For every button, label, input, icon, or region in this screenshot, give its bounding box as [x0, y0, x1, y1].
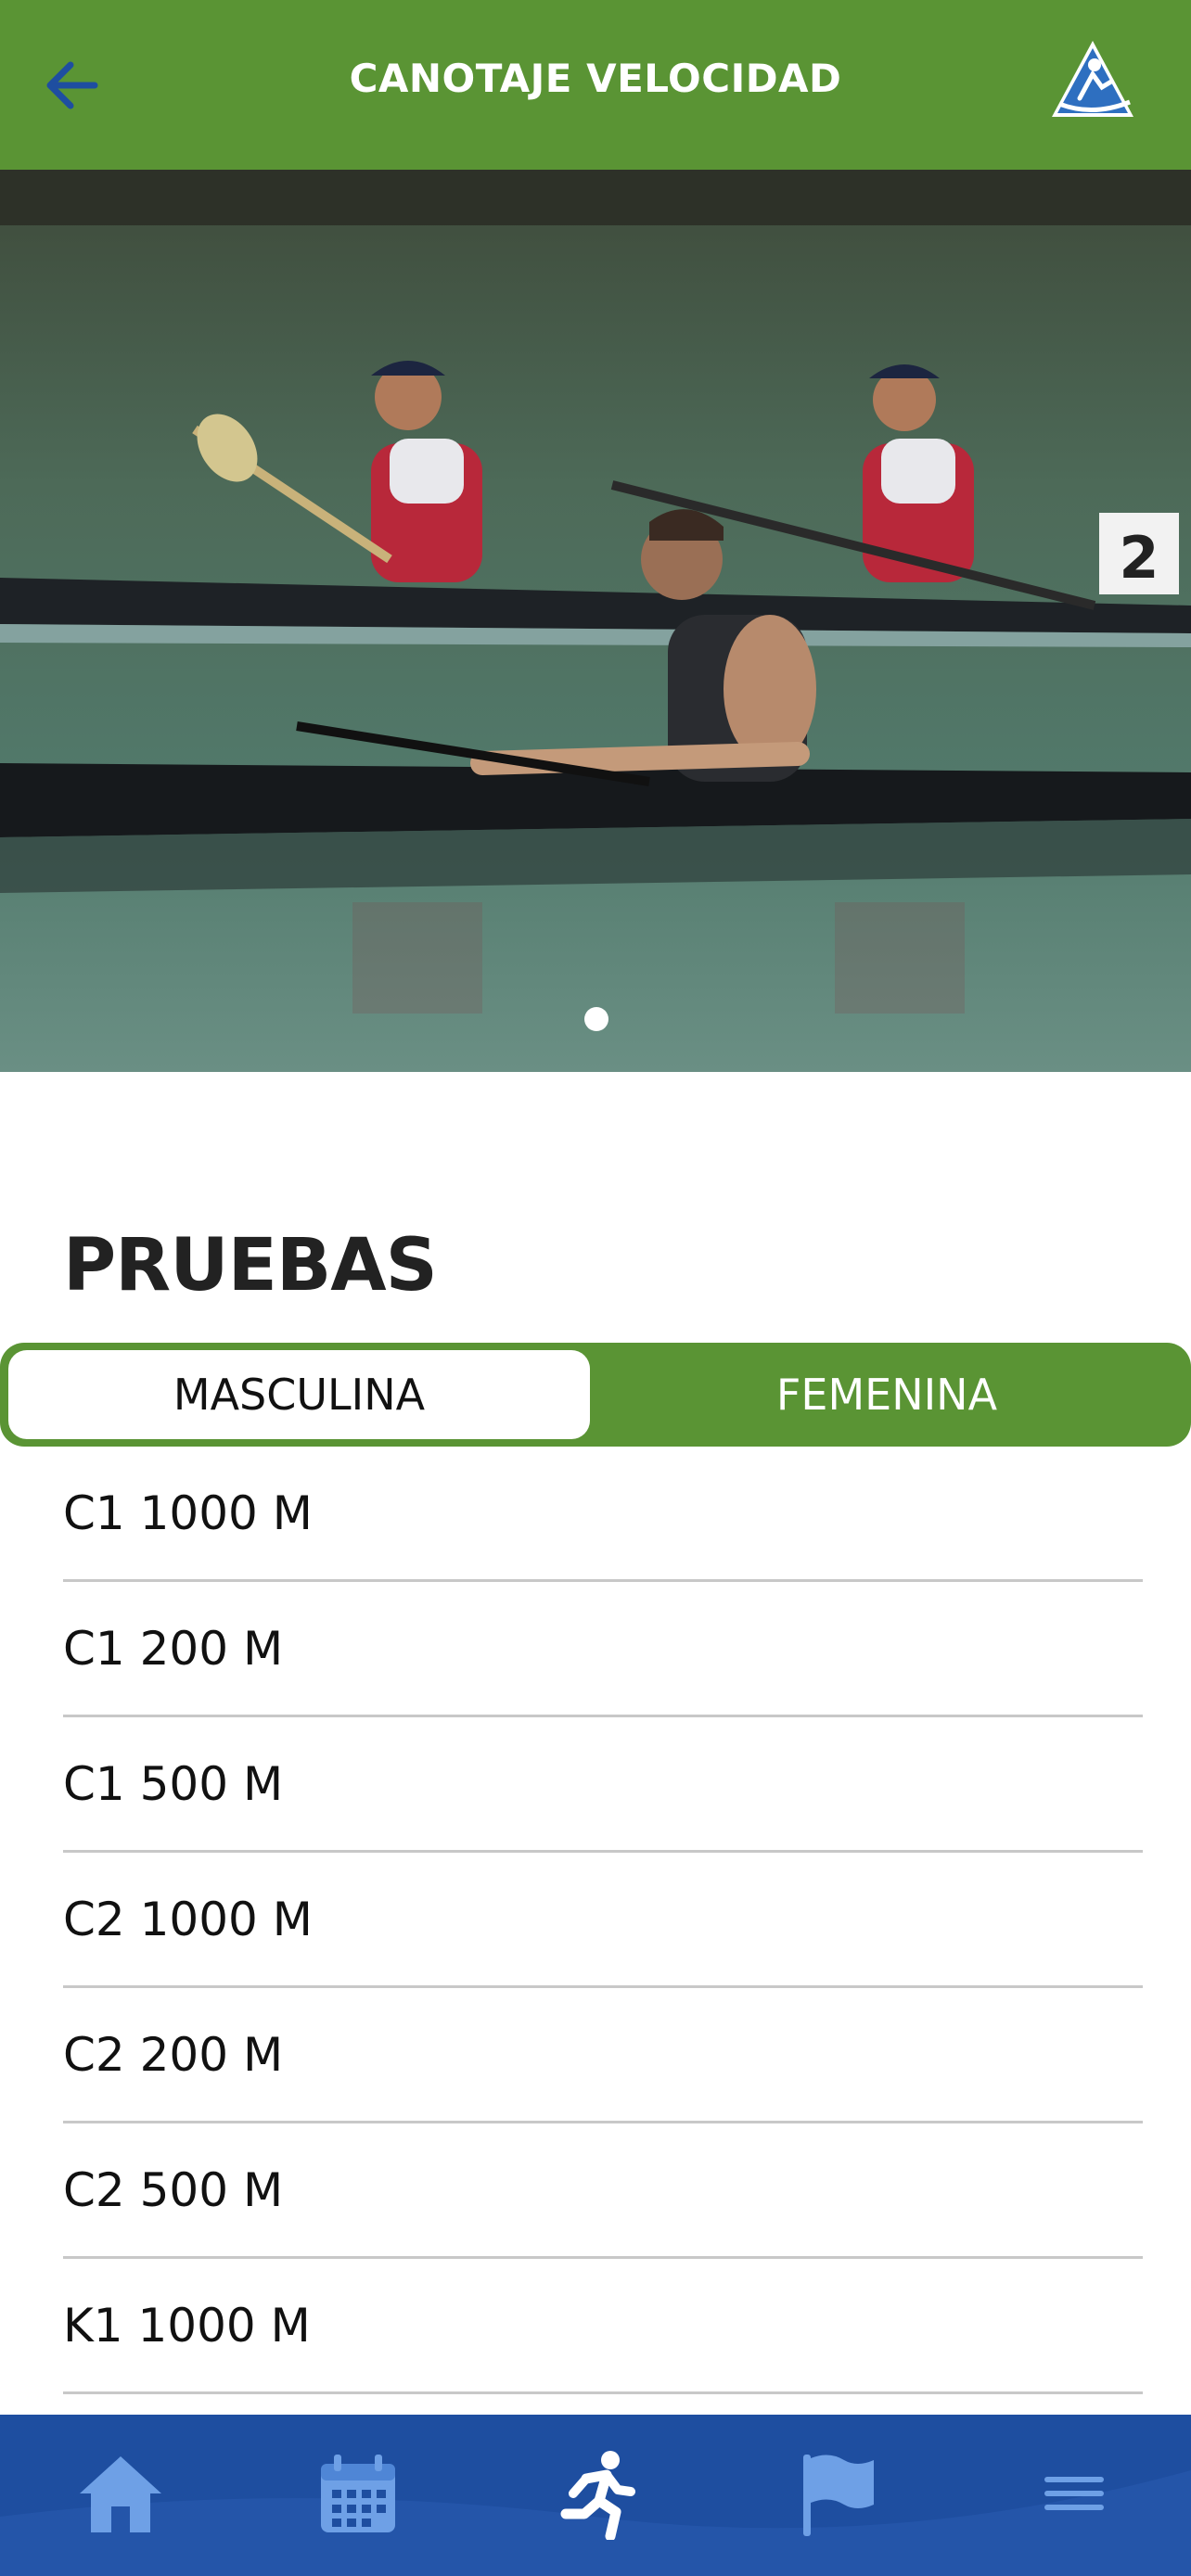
- tab-masculina[interactable]: MASCULINA: [8, 1350, 590, 1439]
- list-item[interactable]: K1 1000 M: [63, 2259, 1143, 2394]
- app-header: CANOTAJE VELOCIDAD: [0, 0, 1191, 170]
- nav-calendar-button[interactable]: [302, 2442, 414, 2544]
- page-title: CANOTAJE VELOCIDAD: [349, 56, 842, 101]
- events-list: C1 1000 M C1 200 M C1 500 M C2 1000 M C2…: [63, 1447, 1143, 2394]
- list-item[interactable]: C2 500 M: [63, 2123, 1143, 2259]
- nav-home-button[interactable]: [65, 2442, 176, 2544]
- gender-tab-bar: MASCULINA FEMENINA: [0, 1343, 1191, 1447]
- nav-flag-button[interactable]: [779, 2442, 890, 2544]
- bottom-navigation-bar: [0, 2415, 1191, 2576]
- svg-text:2: 2: [1119, 524, 1159, 592]
- canoe-sprint-logo-icon: [1046, 37, 1139, 130]
- carousel-indicator-dot[interactable]: [584, 1007, 608, 1031]
- list-item[interactable]: C1 1000 M: [63, 1447, 1143, 1582]
- hero-photo-canoe-race[interactable]: 2: [0, 170, 1191, 1072]
- flag-icon: [803, 2455, 874, 2536]
- list-item[interactable]: C1 500 M: [63, 1717, 1143, 1853]
- home-icon: [80, 2456, 161, 2532]
- running-person-icon: [560, 2451, 635, 2540]
- nav-menu-button[interactable]: [1018, 2442, 1130, 2544]
- tab-femenina[interactable]: FEMENINA: [590, 1350, 1184, 1439]
- section-title: PRUEBAS: [63, 1224, 438, 1307]
- list-item[interactable]: C2 1000 M: [63, 1853, 1143, 1988]
- calendar-icon: [321, 2455, 395, 2532]
- list-item[interactable]: C1 200 M: [63, 1582, 1143, 1717]
- nav-sports-button[interactable]: [540, 2442, 651, 2544]
- list-item[interactable]: C2 200 M: [63, 1988, 1143, 2123]
- menu-icon: [1044, 2477, 1104, 2510]
